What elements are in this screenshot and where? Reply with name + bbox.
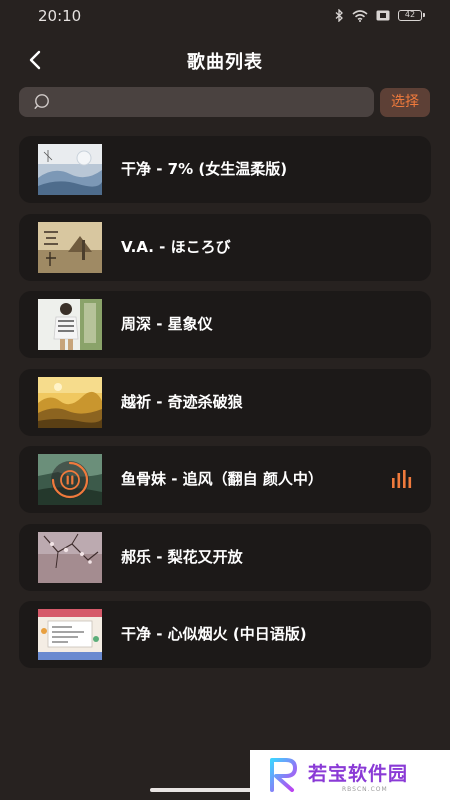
wifi-icon: [352, 9, 368, 22]
song-row[interactable]: 干净 - 心似烟火 (中日语版): [19, 601, 431, 668]
album-cover: [38, 531, 102, 583]
song-row[interactable]: 干净 - 7% (女生温柔版): [19, 136, 431, 203]
song-row[interactable]: 周深 - 星象仪: [19, 291, 431, 358]
watermark-subtext: RBSCN.COM: [342, 786, 388, 793]
song-row-playing[interactable]: 鱼骨妹 - 追风（翻自 颜人中）: [19, 446, 431, 513]
page-title: 歌曲列表: [187, 52, 263, 73]
album-cover: [38, 376, 102, 428]
song-title: 干净 - 心似烟火 (中日语版): [121, 625, 307, 643]
album-cover: [38, 144, 102, 195]
song-title: 郝乐 - 梨花又开放: [121, 547, 243, 566]
watermark-text: 若宝软件园: [308, 763, 409, 785]
album-cover: [38, 221, 102, 273]
status-bar: 20:10 42: [0, 0, 450, 32]
song-title: V.A. - ほころび: [121, 237, 231, 256]
album-cover: [38, 609, 102, 660]
nav-bar: 歌曲列表: [0, 38, 450, 82]
equalizer-icon: [392, 470, 412, 488]
battery-icon: 42: [398, 10, 425, 21]
album-cover: [38, 299, 102, 350]
bluetooth-icon: [335, 9, 344, 22]
status-icons: 42: [335, 9, 425, 22]
watermark: 若宝软件园 RBSCN.COM: [250, 750, 450, 800]
song-title: 周深 - 星象仪: [121, 315, 213, 333]
song-row[interactable]: 郝乐 - 梨花又开放: [19, 523, 431, 591]
search-box[interactable]: [19, 87, 374, 117]
song-row[interactable]: V.A. - ほころび: [19, 213, 431, 281]
search-input[interactable]: [51, 87, 374, 117]
select-button[interactable]: 选择: [380, 88, 430, 117]
search-icon: [34, 94, 49, 109]
song-title: 鱼骨妹 - 追风（翻自 颜人中）: [121, 470, 323, 488]
song-title: 干净 - 7% (女生温柔版): [121, 160, 288, 178]
album-cover: [38, 454, 102, 505]
box-icon: [376, 10, 390, 21]
song-list-screen: 20:10 42 歌曲列表 选择 干净 - 7% (女生温柔版) V.A. - …: [0, 0, 450, 800]
song-row[interactable]: 越祈 - 奇迹杀破狼: [19, 368, 431, 436]
song-title: 越祈 - 奇迹杀破狼: [121, 392, 243, 411]
status-time: 20:10: [38, 7, 82, 25]
watermark-logo-icon: [270, 758, 297, 792]
song-list: 干净 - 7% (女生温柔版) V.A. - ほころび 周深 - 星象仪 越祈 …: [19, 136, 431, 679]
